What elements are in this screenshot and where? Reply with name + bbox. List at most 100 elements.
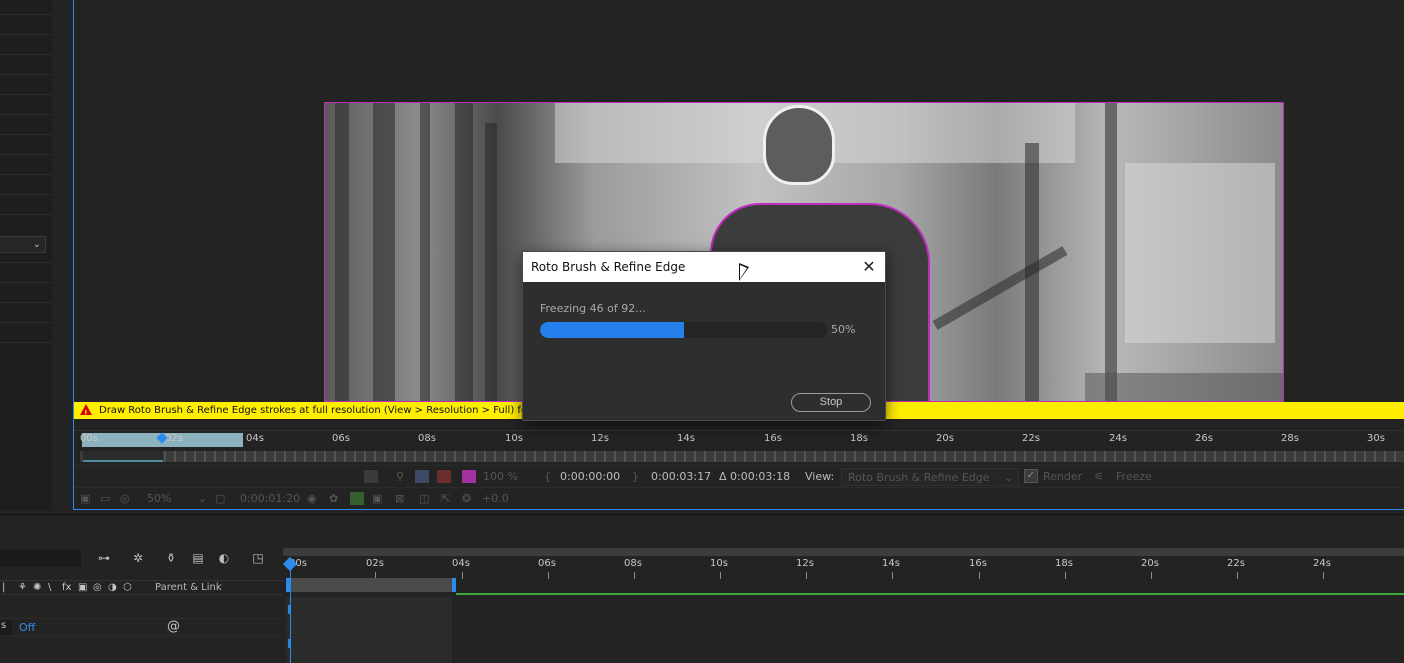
progress-label: Freezing 46 of 92... — [540, 302, 646, 315]
alpha-icon[interactable] — [364, 470, 378, 483]
timeline-ruler-label: 24s — [1313, 558, 1331, 569]
ruler-label: 08s — [418, 433, 436, 444]
always-preview-icon[interactable]: ▣ — [80, 492, 90, 505]
ruler-label: 20s — [936, 433, 954, 444]
freeze-icon[interactable]: ⚟ — [1094, 470, 1104, 483]
monitor-icon[interactable]: ▭ — [100, 492, 110, 505]
layer-tag: s — [0, 620, 12, 635]
mouse-cursor — [739, 263, 749, 281]
ruler-label: 00s — [80, 433, 98, 444]
preview-icon[interactable]: ⇱ — [441, 492, 450, 505]
timeline-ruler[interactable]: 00s 02s 04s 06s 08s 10s 12s 14s 16s 18s … — [283, 557, 1404, 579]
view-select[interactable]: Roto Brush & Refine Edge ⌄ — [841, 468, 1019, 486]
overlay-color-swatch[interactable] — [462, 470, 476, 483]
motion-blur-switch-icon: ◎ — [93, 582, 102, 593]
render-cache-bar — [456, 593, 1404, 595]
ruler-label: 04s — [246, 433, 264, 444]
span-end-time[interactable]: 0:00:03:17 — [651, 470, 711, 483]
stop-button[interactable]: Stop — [791, 393, 871, 412]
layer-switches-header: | ⚘ ✺ \ fx ▣ ◎ ◑ ⬡ Parent & Link — [0, 580, 283, 595]
render-checkbox[interactable]: ✓ — [1024, 469, 1038, 483]
region-icon[interactable]: ▣ — [372, 492, 382, 505]
opacity-value[interactable]: 100 % — [483, 470, 518, 483]
ruler-label: 02s — [165, 433, 183, 444]
timeline-ruler-label: 22s — [1227, 558, 1245, 569]
color-channel-icon[interactable] — [350, 492, 364, 505]
viewer-toolbar: ▣ ▭ ◎ 50% ⌄ ▢ 0:00:01:20 ◉ ✿ ▣ ⊠ ◫ ⇱ ❂ +… — [74, 487, 1404, 509]
quality-icon: \ — [48, 582, 52, 593]
warning-icon — [80, 404, 92, 419]
channel-icon[interactable]: ✿ — [329, 492, 338, 505]
timeline-ruler-label: 12s — [796, 558, 814, 569]
ruler-label: 16s — [764, 433, 782, 444]
mask-toggle-icon[interactable]: ◫ — [419, 492, 429, 505]
view-select-value: Roto Brush & Refine Edge — [848, 471, 990, 484]
pin-icon[interactable]: ⚲ — [396, 470, 404, 483]
ruler-label: 14s — [677, 433, 695, 444]
left-panel-dropdown[interactable]: ⌄ — [0, 236, 46, 253]
timeline-zoom-scrollbar[interactable] — [283, 548, 1404, 556]
timeline-ruler-label: 16s — [969, 558, 987, 569]
span-duration: Δ 0:00:03:18 — [719, 470, 791, 483]
audio-icon: | — [2, 582, 6, 593]
ruler-label: 06s — [332, 433, 350, 444]
work-area-bar[interactable] — [286, 578, 456, 592]
transparency-grid-icon[interactable]: ⊠ — [395, 492, 404, 505]
exposure-value[interactable]: +0.0 — [482, 492, 509, 505]
composition-mini-flowchart-icon[interactable]: ⊶ — [97, 552, 111, 565]
timeline-search-input[interactable] — [0, 549, 81, 567]
zoom-value[interactable]: 50% — [147, 492, 171, 505]
track-matte-value[interactable]: Off — [19, 621, 35, 634]
timeline-ruler-label: 02s — [366, 558, 384, 569]
span-start-icon[interactable]: { — [544, 470, 551, 483]
fx-icon: fx — [62, 582, 72, 593]
fit-icon[interactable]: ▢ — [215, 492, 225, 505]
layer-duration-bar[interactable] — [286, 597, 452, 663]
roto-progress-dialog: Roto Brush & Refine Edge ✕ Freezing 46 o… — [522, 251, 886, 421]
graph-editor-icon[interactable]: ◳ — [251, 552, 265, 565]
frames-done — [83, 451, 163, 462]
alpha-overlay-icon[interactable] — [437, 470, 451, 483]
chevron-down-icon: ⌄ — [1003, 471, 1013, 484]
parent-link-header: Parent & Link — [155, 582, 222, 593]
timeline-ruler-label: 08s — [624, 558, 642, 569]
span-end-icon[interactable]: } — [632, 470, 639, 483]
ruler-label: 12s — [591, 433, 609, 444]
layer-row[interactable]: s Off @ — [0, 618, 283, 636]
parent-pick-whip-icon[interactable]: @ — [167, 619, 180, 634]
timeline-ruler-label: 04s — [452, 558, 470, 569]
roto-span-ruler[interactable]: 00s 02s 04s 06s 08s 10s 12s 14s 16s 18s … — [74, 430, 1404, 448]
close-icon[interactable]: ✕ — [859, 257, 879, 277]
keyframe-icon[interactable]: I — [287, 637, 291, 651]
draft-3d-icon[interactable]: ✲ — [131, 552, 145, 565]
frame-blend-icon: ▣ — [78, 582, 88, 593]
freeze-button[interactable]: Freeze — [1116, 470, 1152, 483]
viewer-timecode[interactable]: 0:00:01:20 — [240, 492, 300, 505]
collapse-icon: ✺ — [33, 582, 42, 593]
shy-icon: ⚘ — [18, 582, 27, 593]
vr-icon[interactable]: ◎ — [120, 492, 130, 505]
ruler-label: 30s — [1367, 433, 1385, 444]
chevron-down-icon: ⌄ — [198, 492, 208, 505]
span-start-time[interactable]: 0:00:00:00 — [560, 470, 620, 483]
camera-icon[interactable]: ◉ — [307, 492, 317, 505]
shy-layers-icon[interactable]: ⚱ — [164, 552, 178, 565]
timeline-ruler-label: 06s — [538, 558, 556, 569]
ruler-label: 22s — [1022, 433, 1040, 444]
view-label: View: — [805, 470, 835, 483]
adjustment-layer-icon: ◑ — [108, 582, 117, 593]
progress-bar — [540, 322, 827, 338]
timeline-ruler-label: 10s — [710, 558, 728, 569]
ruler-label: 26s — [1195, 433, 1213, 444]
timeline-ruler-label: 18s — [1055, 558, 1073, 569]
dialog-title: Roto Brush & Refine Edge — [531, 260, 686, 274]
roto-controls-bar: ⚲ 100 % { 0:00:00:00 } 0:00:03:17 Δ 0:00… — [74, 465, 1404, 487]
keyframe-icon[interactable]: I — [287, 603, 291, 617]
dialog-titlebar[interactable]: Roto Brush & Refine Edge ✕ — [523, 252, 885, 282]
roto-subject-head — [763, 105, 835, 185]
alpha-boundary-icon[interactable] — [415, 470, 429, 483]
exposure-icon[interactable]: ❂ — [462, 492, 471, 505]
motion-blur-icon[interactable]: ◐ — [217, 552, 231, 565]
frame-blending-icon[interactable]: ▤ — [191, 552, 205, 565]
render-label: Render — [1043, 470, 1083, 483]
